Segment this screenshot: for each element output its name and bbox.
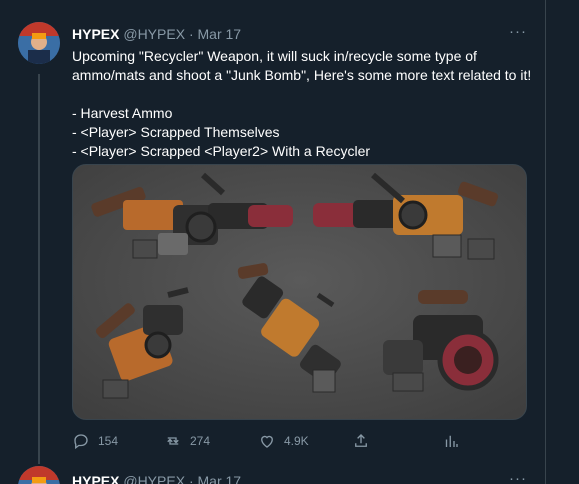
tweet-text-line: - <Player> Scrapped <Player2> With a Rec…: [72, 143, 371, 159]
author-name[interactable]: HYPEX: [72, 26, 119, 42]
share-button[interactable]: [352, 432, 370, 450]
tweet-text-line: - Harvest Ammo: [72, 105, 173, 121]
heart-icon: [261, 435, 273, 448]
reply-count: 154: [98, 434, 119, 448]
tweet-text-line: Upcoming "Recycler" Weapon, it will suck…: [72, 48, 532, 83]
more-options-button[interactable]: ···: [509, 23, 527, 40]
reply-icon: [74, 434, 88, 450]
analytics-icon: [445, 435, 458, 447]
tweet-header: HYPEX @HYPEX · Mar 17: [72, 26, 241, 42]
more-options-button[interactable]: ···: [509, 470, 527, 484]
timeline-frame: HYPEX @HYPEX · Mar 17 ··· Upcoming "Recy…: [0, 0, 579, 484]
like-count: 4.9K: [284, 434, 309, 448]
recycler-weapon-render: [73, 165, 526, 419]
analytics-button[interactable]: [442, 432, 460, 450]
tweet-media-image[interactable]: [72, 164, 527, 420]
tweet-date[interactable]: Mar 17: [198, 26, 242, 42]
tweet-date[interactable]: Mar 17: [198, 473, 242, 484]
avatar[interactable]: [18, 466, 60, 484]
separator-dot: ·: [188, 473, 194, 484]
author-name[interactable]: HYPEX: [72, 473, 119, 484]
thread-line: [38, 74, 40, 464]
retweet-button[interactable]: 274: [164, 432, 210, 450]
next-tweet-header: HYPEX @HYPEX · Mar 17: [72, 473, 241, 484]
author-handle[interactable]: @HYPEX: [123, 473, 185, 484]
author-handle[interactable]: @HYPEX: [123, 26, 185, 42]
retweet-icon: [167, 437, 179, 445]
share-icon: [355, 434, 367, 447]
avatar[interactable]: [18, 22, 60, 64]
column-divider: [545, 0, 546, 484]
retweet-count: 274: [190, 434, 211, 448]
like-button[interactable]: 4.9K: [258, 432, 309, 450]
reply-button[interactable]: 154: [72, 432, 118, 450]
tweet-text: Upcoming "Recycler" Weapon, it will suck…: [72, 47, 532, 161]
tweet-action-bar: 154 274 4.9K: [72, 432, 462, 450]
separator-dot: ·: [188, 26, 194, 42]
tweet-text-line: - <Player> Scrapped Themselves: [72, 124, 280, 140]
